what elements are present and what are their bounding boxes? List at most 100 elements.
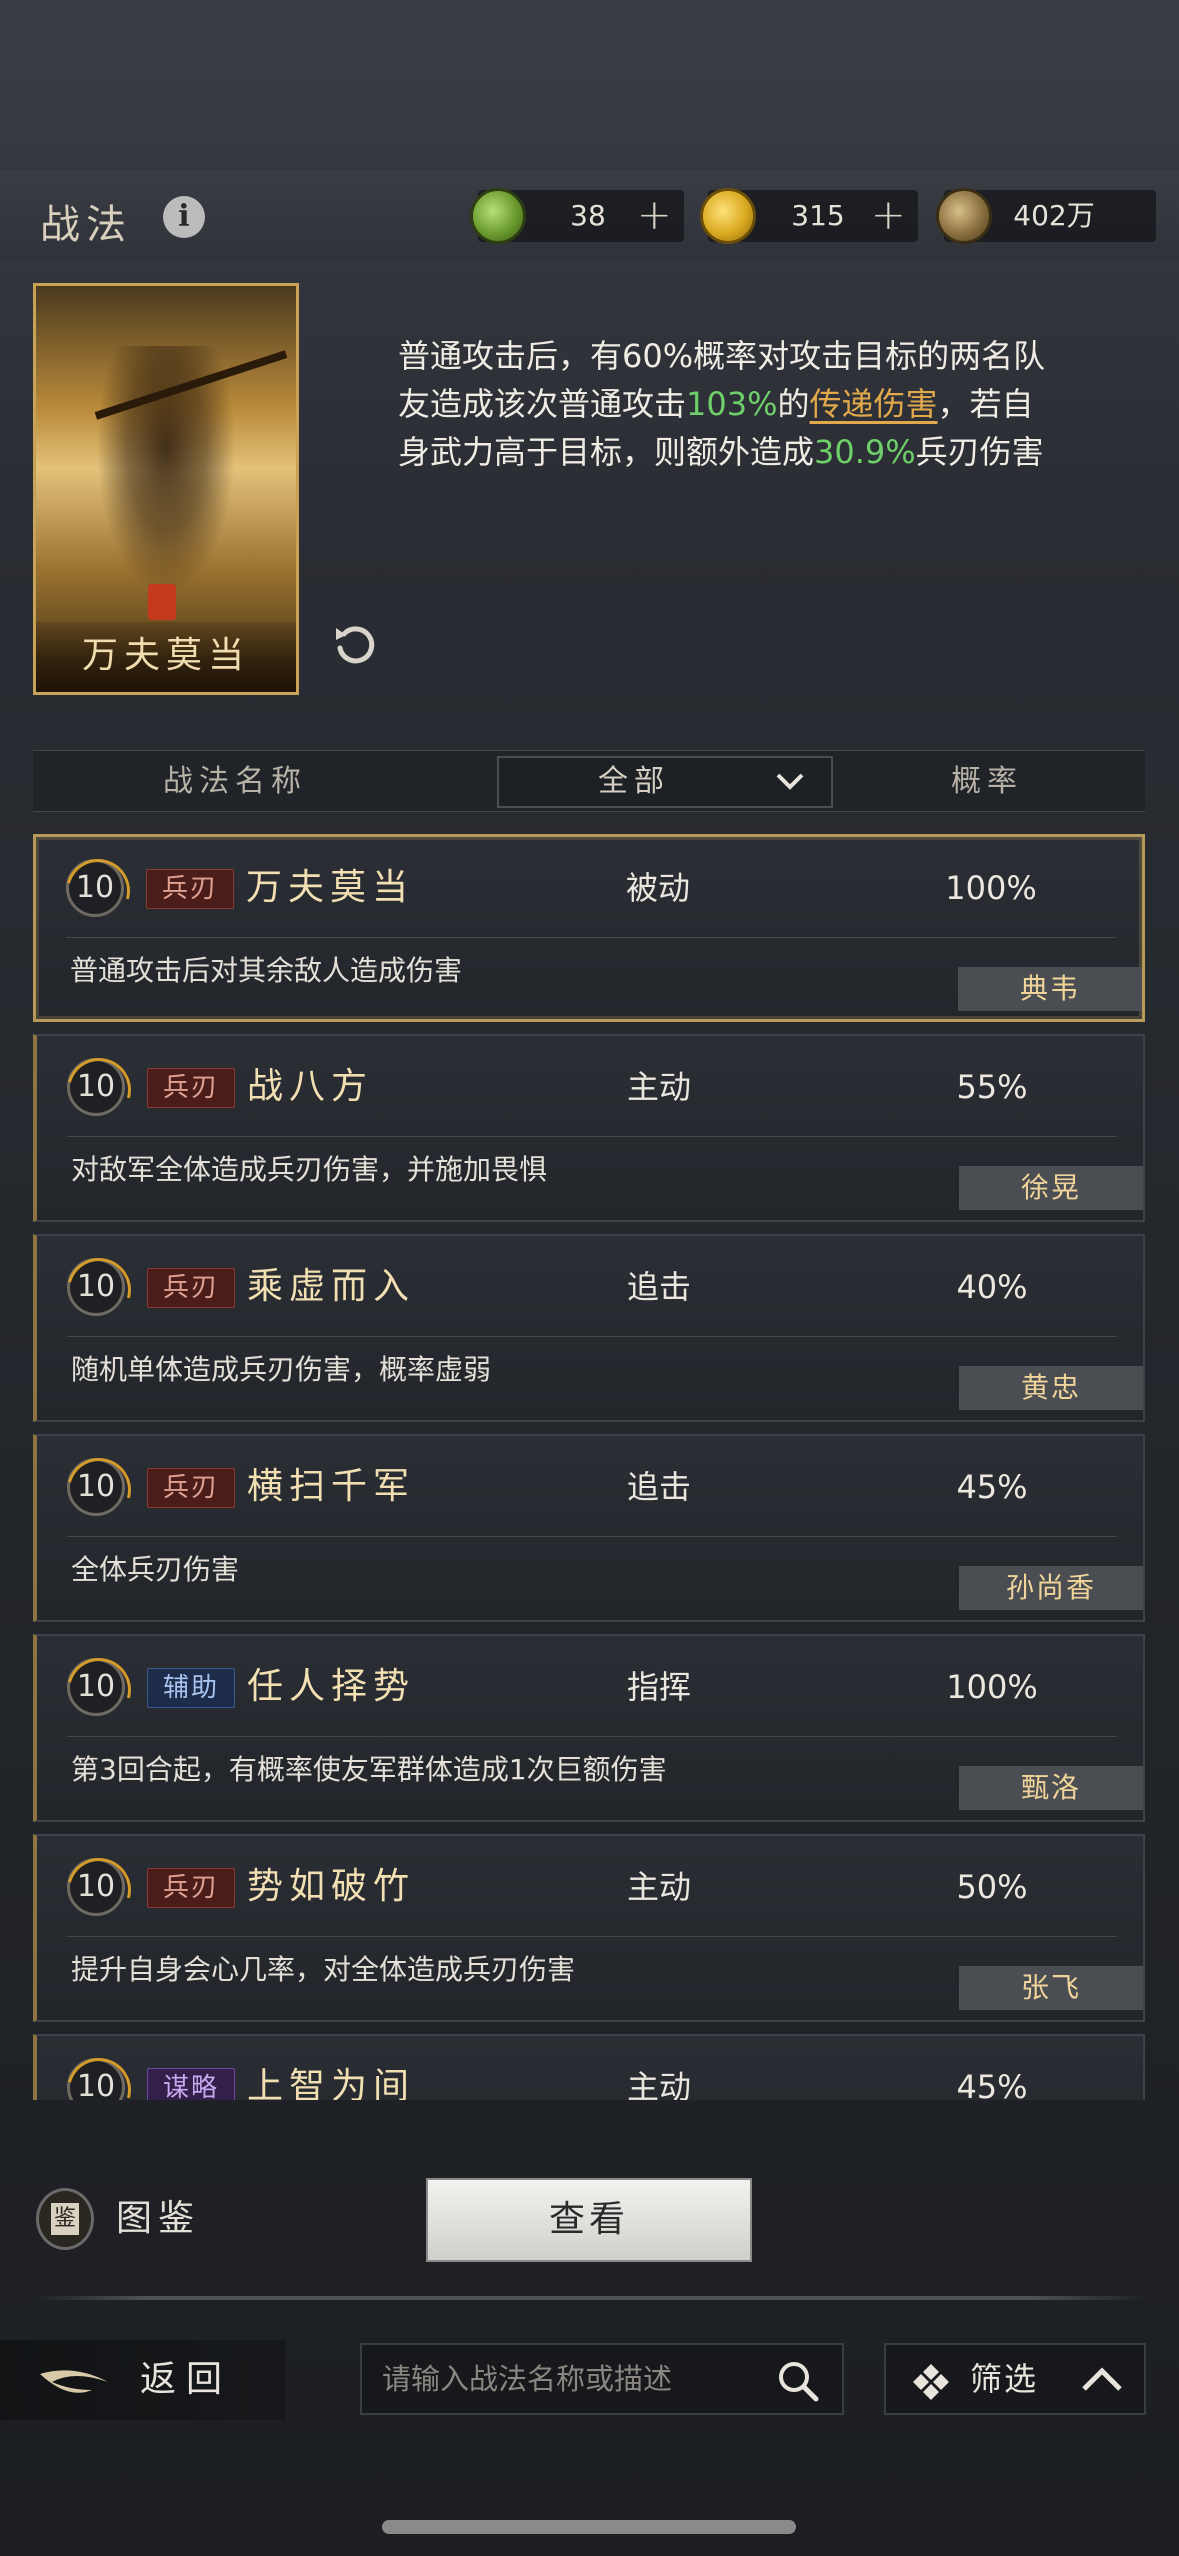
home-indicator[interactable] (382, 2520, 796, 2534)
level-badge: 10 (66, 859, 124, 917)
skill-type-tag: 辅助 (147, 1668, 235, 1708)
skill-name: 上智为间 (247, 2066, 416, 2100)
level-badge: 10 (67, 1458, 125, 1516)
skill-type-tag: 兵刃 (147, 1068, 235, 1108)
skill-mode: 主动 (627, 2068, 692, 2100)
back-label[interactable]: 返回 (140, 2350, 232, 2410)
skill-name: 战八方 (247, 1066, 374, 1107)
jade-icon (470, 188, 526, 244)
type-filter-dropdown[interactable]: 全部 (497, 756, 833, 808)
column-rate: 概率 (951, 764, 1023, 799)
skill-rate: 100% (946, 1668, 1038, 1706)
skill-summary: 随机单体造成兵刃伤害，概率虚弱 (71, 1353, 492, 1386)
search-placeholder: 请输入战法名称或描述 (382, 2362, 673, 2396)
card-skill-name: 万夫莫当 (81, 635, 250, 676)
back-arrow-icon[interactable] (34, 2360, 114, 2404)
skill-row[interactable]: 10 谋略 上智为间 主动 45% (33, 2034, 1145, 2100)
atlas-icon[interactable]: 鉴 (36, 2188, 94, 2250)
skill-mode: 追击 (627, 1468, 692, 1506)
skill-mode: 追击 (627, 1268, 692, 1306)
skill-type-tag: 谋略 (147, 2068, 235, 2100)
skill-rate: 45% (956, 2068, 1028, 2100)
desc-text: 兵刃伤害 (915, 433, 1044, 471)
resource-copper: 402万 (936, 188, 1156, 244)
skill-tag-icon (148, 584, 176, 620)
skill-name: 乘虚而入 (247, 1266, 416, 1307)
hero-tag: 典韦 (958, 967, 1142, 1011)
copper-coin-icon (936, 188, 992, 244)
skill-mode: 指挥 (627, 1668, 692, 1706)
divider (66, 937, 1116, 938)
level-badge: 10 (67, 1258, 125, 1316)
divider (67, 1936, 1117, 1937)
filter-button[interactable]: 筛选 (884, 2343, 1146, 2415)
gold-coin-icon (700, 188, 756, 244)
info-icon[interactable]: i (163, 196, 205, 238)
chevron-down-icon (776, 773, 804, 790)
desc-highlight: 30.9% (814, 433, 916, 471)
chevron-up-icon (1082, 2367, 1122, 2391)
search-field[interactable]: 请输入战法名称或描述 (360, 2343, 844, 2415)
hero-tag: 甄洛 (959, 1766, 1143, 1810)
resource-value: 402万 (1013, 199, 1095, 232)
skill-card[interactable]: 万夫莫当 (33, 283, 299, 695)
resource-gold: 315 + (700, 188, 918, 244)
skill-name: 横扫千军 (247, 1466, 416, 1507)
skill-rate: 55% (956, 1068, 1028, 1106)
skill-rate: 100% (945, 869, 1037, 907)
resource-jade: 38 + (470, 188, 684, 244)
skill-rate: 50% (956, 1868, 1028, 1906)
desc-text: 的 (777, 385, 810, 423)
desc-keyword-link[interactable]: 传递伤害 (810, 385, 938, 423)
skill-rate: 45% (956, 1468, 1028, 1506)
hero-tag: 孙尚香 (959, 1566, 1143, 1610)
skill-row[interactable]: 10 兵刃 战八方 主动 55% 对敌军全体造成兵刃伤害，并施加畏惧 徐晃 (33, 1034, 1145, 1222)
resource-value: 315 (791, 199, 845, 232)
skill-type-tag: 兵刃 (147, 1268, 235, 1308)
filter-label: 筛选 (970, 2360, 1039, 2398)
skill-mode: 主动 (627, 1868, 692, 1906)
divider (67, 1336, 1117, 1337)
atlas-label[interactable]: 图鉴 (116, 2194, 200, 2244)
skill-name: 万夫莫当 (246, 867, 415, 908)
skill-rate: 40% (956, 1268, 1028, 1306)
skill-row[interactable]: 10 辅助 任人择势 指挥 100% 第3回合起，有概率使友军群体造成1次巨额伤… (33, 1634, 1145, 1822)
reset-icon[interactable] (330, 618, 382, 670)
skill-name: 任人择势 (247, 1666, 416, 1707)
add-gold-button[interactable]: + (871, 190, 906, 240)
hero-tag: 张飞 (959, 1966, 1143, 2010)
filter-icon (913, 2364, 949, 2400)
level-badge: 10 (67, 1858, 125, 1916)
skill-description: 普通攻击后，有60%概率对攻击目标的两名队友造成该次普通攻击103%的传递伤害，… (398, 332, 1048, 476)
column-name: 战法名称 (163, 764, 307, 799)
skill-row[interactable]: 10 兵刃 万夫莫当 被动 100% 普通攻击后对其余敌人造成伤害 典韦 (33, 834, 1145, 1022)
hero-tag: 徐晃 (959, 1166, 1143, 1210)
skill-list[interactable]: 10 兵刃 万夫莫当 被动 100% 普通攻击后对其余敌人造成伤害 典韦 10 … (33, 830, 1145, 2100)
filter-value: 全部 (598, 764, 670, 799)
resource-value: 38 (570, 199, 606, 232)
search-icon[interactable] (776, 2359, 820, 2403)
divider (67, 1136, 1117, 1137)
skill-mode: 主动 (627, 1068, 692, 1106)
level-badge: 10 (67, 1658, 125, 1716)
level-badge: 10 (67, 2058, 125, 2100)
skill-summary: 第3回合起，有概率使友军群体造成1次巨额伤害 (71, 1753, 667, 1786)
level-badge: 10 (67, 1058, 125, 1116)
skill-type-tag: 兵刃 (147, 1868, 235, 1908)
divider (33, 2296, 1145, 2300)
skill-row[interactable]: 10 兵刃 横扫千军 追击 45% 全体兵刃伤害 孙尚香 (33, 1434, 1145, 1622)
skill-type-tag: 兵刃 (146, 869, 234, 909)
skill-summary: 提升自身会心几率，对全体造成兵刃伤害 (71, 1953, 576, 1986)
skill-type-tag: 兵刃 (147, 1468, 235, 1508)
desc-highlight: 103% (686, 385, 778, 423)
hero-illustration (96, 346, 236, 596)
skill-name: 势如破竹 (247, 1866, 416, 1907)
skill-summary: 普通攻击后对其余敌人造成伤害 (70, 954, 463, 987)
skill-row[interactable]: 10 兵刃 势如破竹 主动 50% 提升自身会心几率，对全体造成兵刃伤害 张飞 (33, 1834, 1145, 2022)
view-button[interactable]: 查看 (426, 2178, 752, 2262)
hero-tag: 黄忠 (959, 1366, 1143, 1410)
add-jade-button[interactable]: + (637, 190, 672, 240)
skill-summary: 对敌军全体造成兵刃伤害，并施加畏惧 (71, 1153, 548, 1186)
skill-row[interactable]: 10 兵刃 乘虚而入 追击 40% 随机单体造成兵刃伤害，概率虚弱 黄忠 (33, 1234, 1145, 1422)
page-title: 战法 (40, 202, 132, 248)
